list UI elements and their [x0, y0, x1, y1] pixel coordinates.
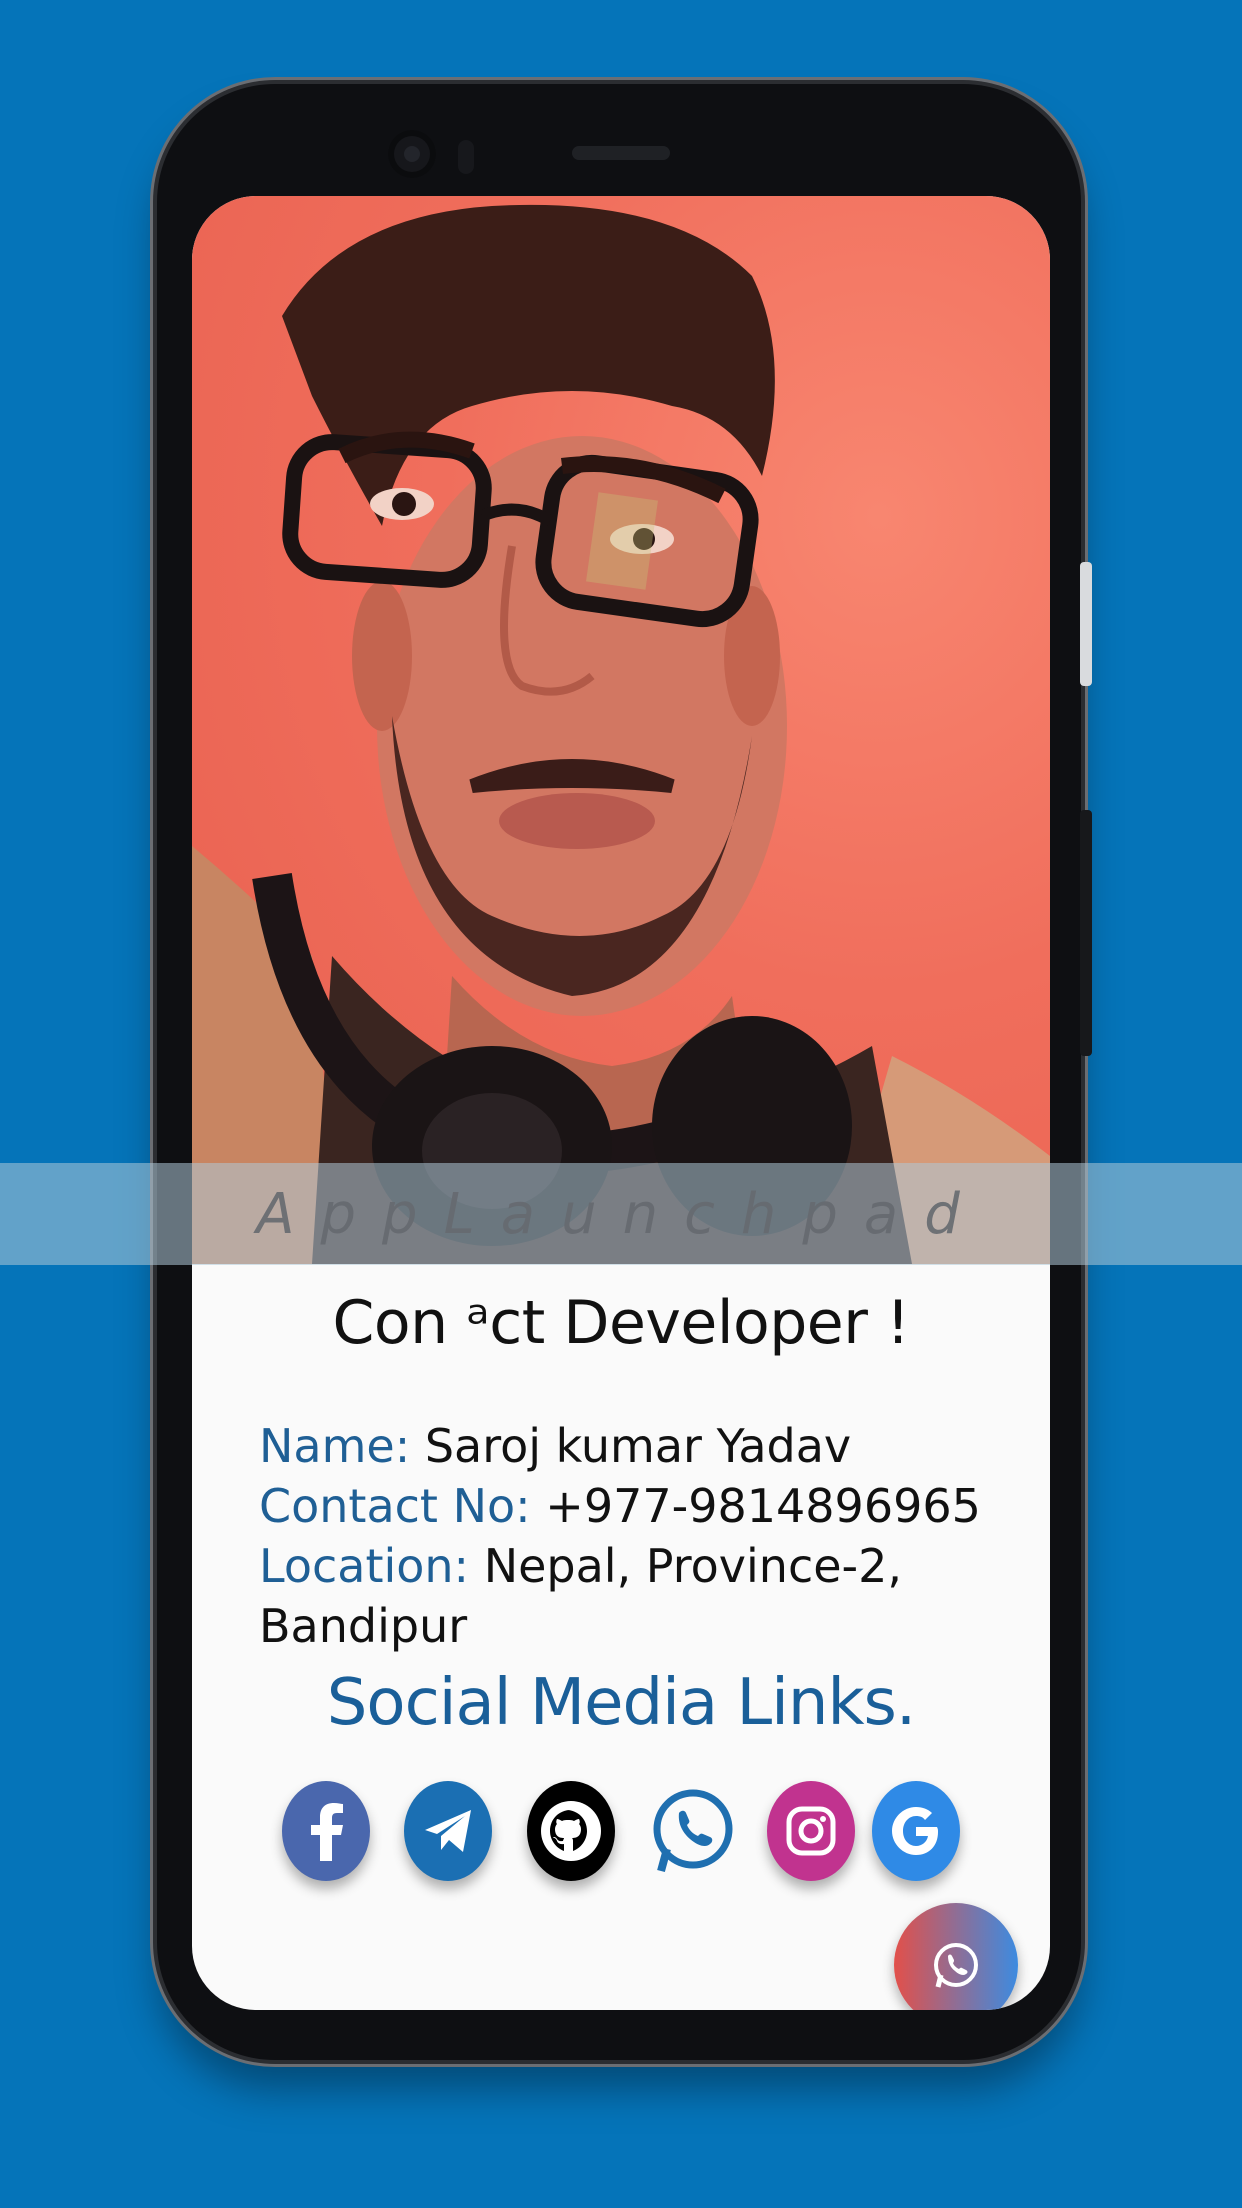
contact-row: Contact No: +977-9814896965 [259, 1476, 1050, 1536]
volume-button [1080, 810, 1092, 1056]
front-camera [388, 130, 436, 178]
power-button [1080, 562, 1092, 686]
instagram-icon[interactable] [767, 1781, 855, 1881]
social-icons [192, 1781, 1050, 1901]
developer-photo [192, 196, 1050, 1264]
watermark-text: AppLaunchpad [256, 1181, 986, 1247]
social-media-title: Social Media Links. [326, 1666, 916, 1740]
whatsapp-icon[interactable] [649, 1781, 737, 1881]
location-label: Location: [259, 1539, 470, 1593]
contact-title: Con ᵃct Developer ! [332, 1288, 911, 1358]
name-row: Name: Saroj kumar Yadav [259, 1416, 1050, 1476]
telegram-icon[interactable] [404, 1781, 492, 1881]
whatsapp-fab-button[interactable] [894, 1903, 1018, 2010]
watermark-banner: AppLaunchpad [0, 1163, 1242, 1265]
contact-value[interactable]: +977-9814896965 [545, 1479, 981, 1533]
contact-info: Name: Saroj kumar Yadav Contact No: +977… [259, 1416, 1050, 1656]
name-label: Name: [259, 1419, 411, 1473]
app-screen: Con ᵃct Developer ! Name: Saroj kumar Ya… [192, 196, 1050, 2010]
facebook-icon[interactable] [282, 1781, 370, 1881]
name-value: Saroj kumar Yadav [424, 1419, 852, 1473]
google-icon[interactable] [872, 1781, 960, 1881]
github-icon[interactable] [527, 1781, 615, 1881]
contact-label: Contact No: [259, 1479, 531, 1533]
location-row: Location: Nepal, Province-2, Bandipur [259, 1536, 1050, 1656]
earpiece-speaker [572, 146, 670, 160]
proximity-sensor [458, 140, 474, 174]
